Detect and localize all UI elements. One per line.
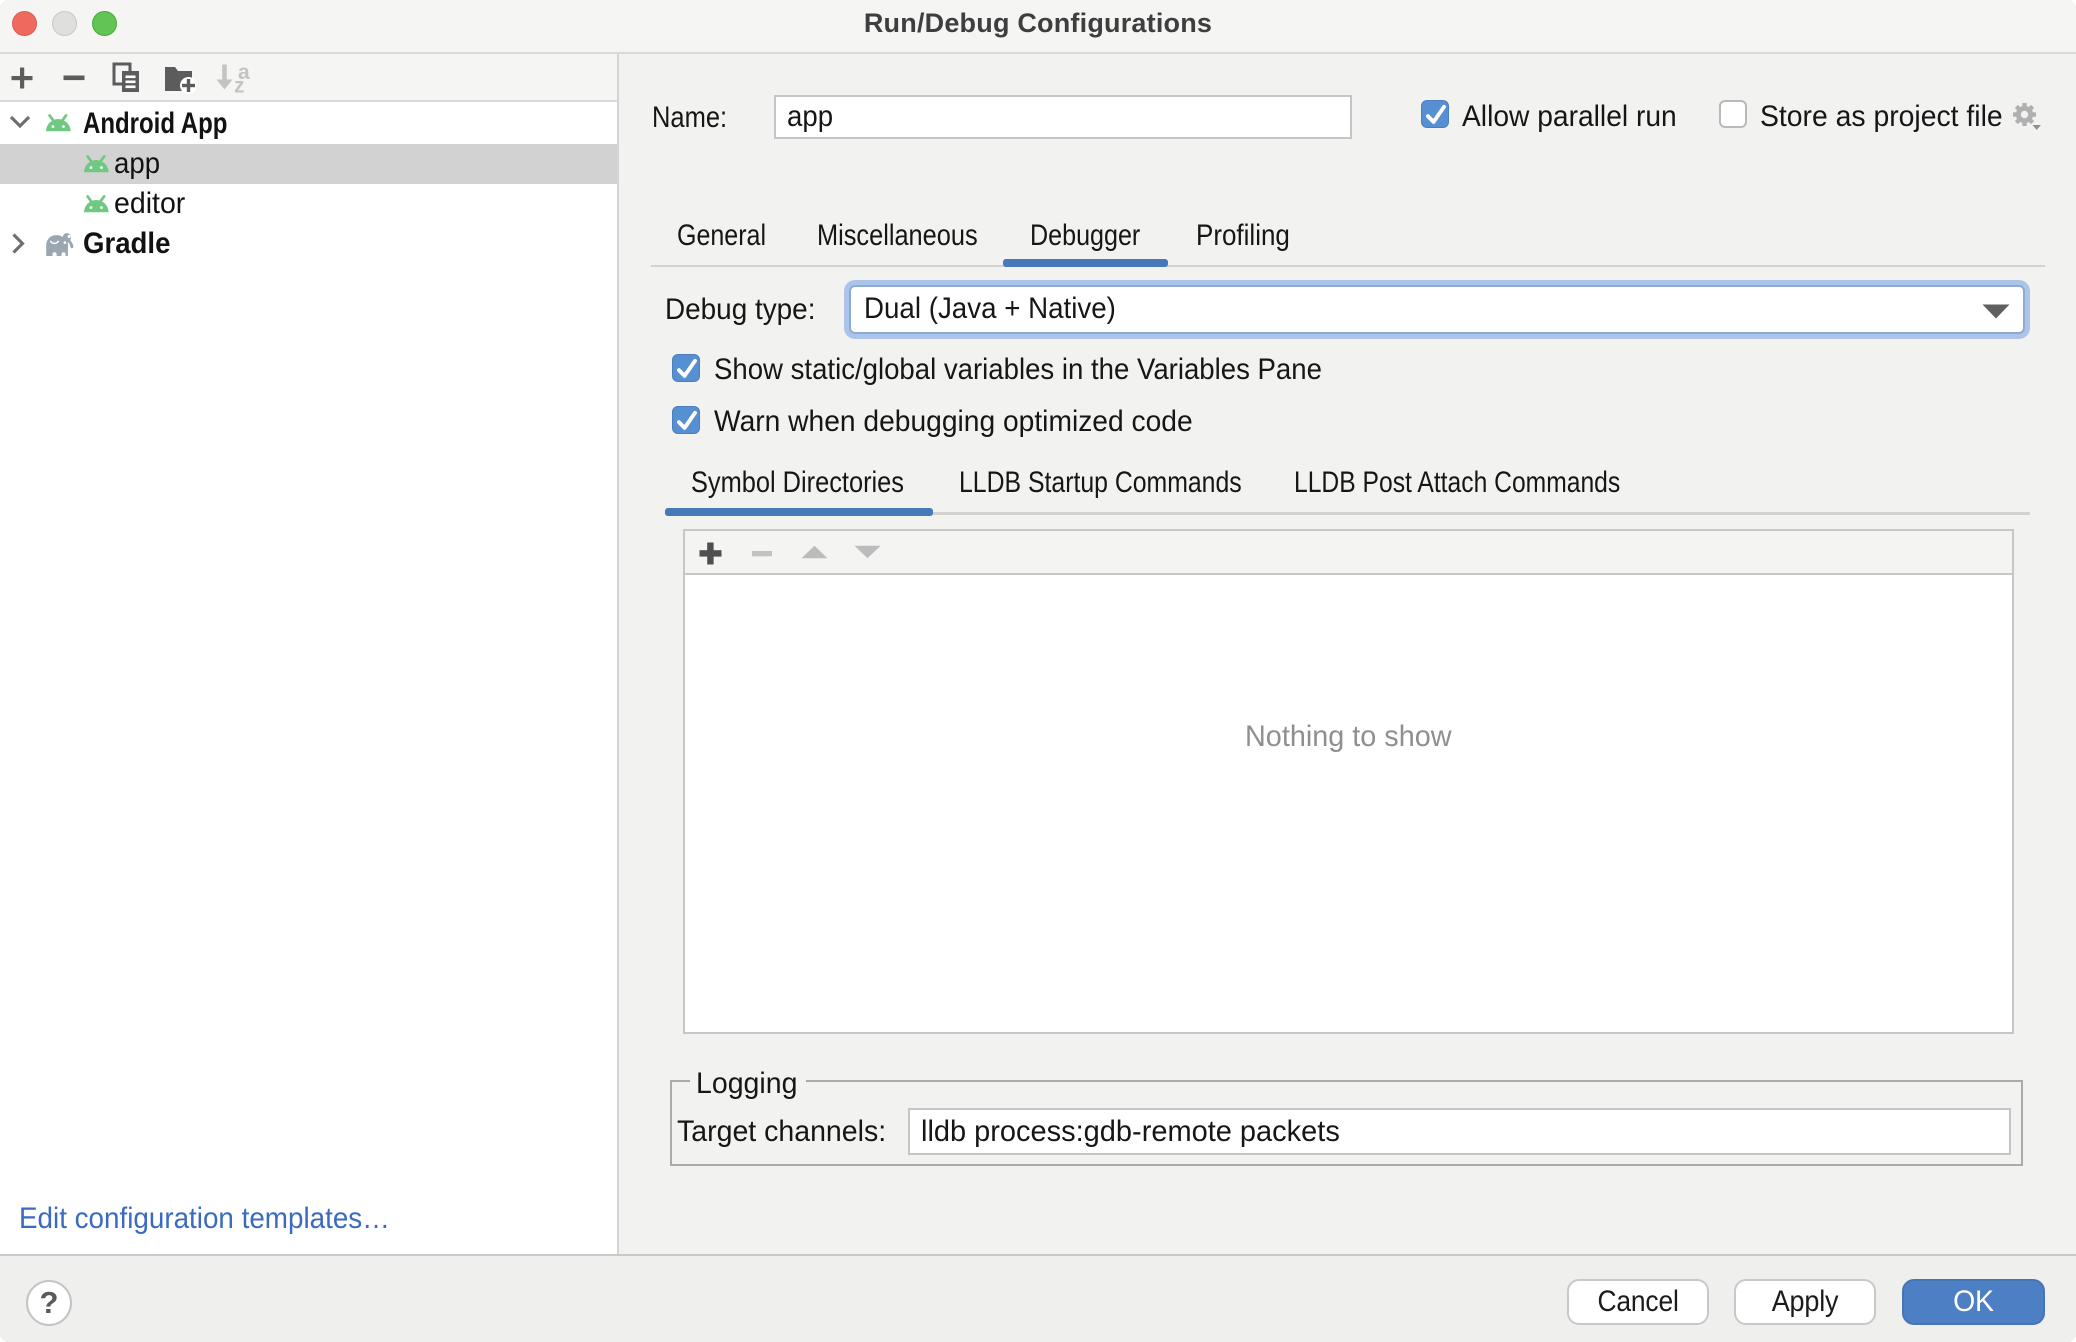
svg-text:z: z xyxy=(234,75,245,95)
